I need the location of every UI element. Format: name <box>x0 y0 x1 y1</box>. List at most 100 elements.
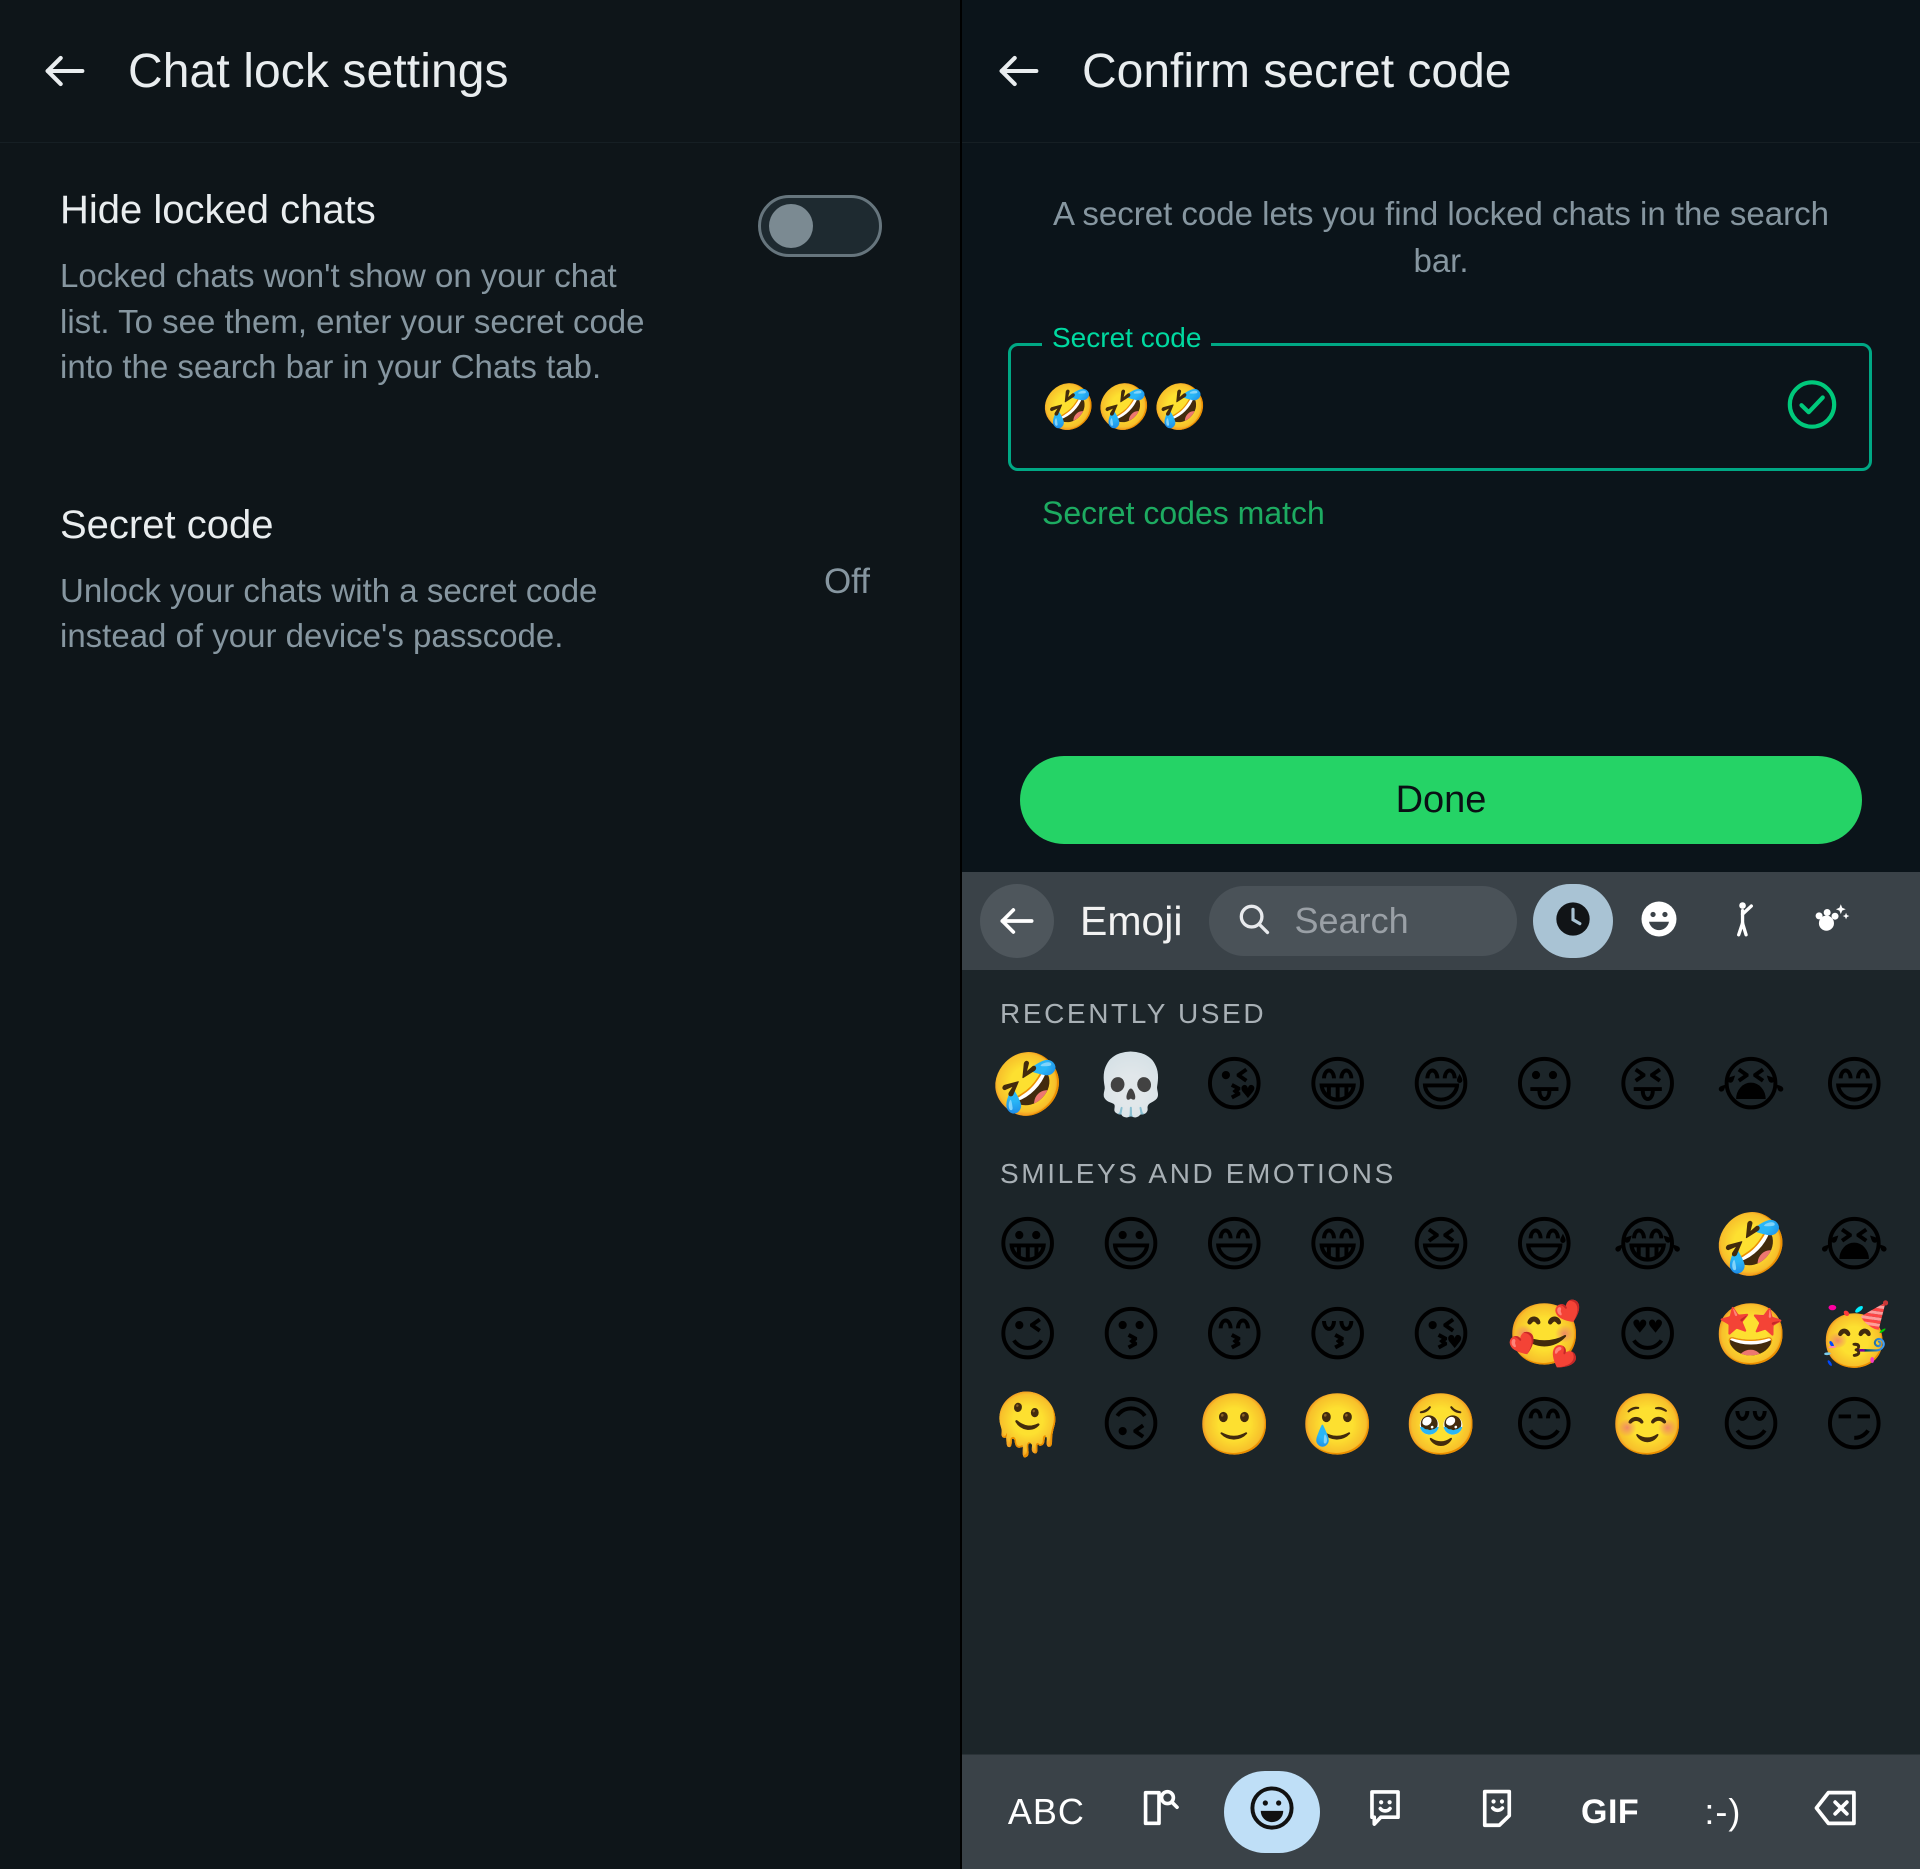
emoji-section-label: SMILEYS AND EMOTIONS <box>1000 1158 1396 1189</box>
emoji-cell[interactable]: 😘 <box>1410 1290 1473 1380</box>
emoji-cell[interactable]: 😭 <box>1716 1040 1786 1130</box>
setting-description: Locked chats won't show on your chat lis… <box>60 257 645 386</box>
emoji-cell[interactable]: 🫠 <box>990 1380 1065 1470</box>
emoji-cell[interactable]: 🥹 <box>1404 1380 1479 1470</box>
toggle-knob <box>769 204 813 248</box>
sticker-key[interactable] <box>1337 1771 1433 1853</box>
emoji-key[interactable] <box>1223 1771 1320 1853</box>
setting-title: Hide locked chats <box>60 188 376 232</box>
emoji-cell[interactable]: 😉 <box>996 1290 1059 1380</box>
speech-bubble-smiley-icon <box>1362 1785 1408 1840</box>
emoji-cell[interactable]: 😍 <box>1616 1290 1679 1380</box>
emoji-cell[interactable]: 🤩 <box>1714 1290 1789 1380</box>
emoji-cell[interactable]: 😀 <box>996 1200 1059 1290</box>
setting-texts: Secret code Unlock your chats with a sec… <box>60 502 660 659</box>
emoji-cell[interactable]: 😁 <box>1306 1040 1369 1130</box>
emoji-cell[interactable]: 🥰 <box>1507 1290 1582 1380</box>
emoji-row: 😀 😃 😄 😁 😆 😅 😂 🤣 😭 <box>976 1200 1906 1290</box>
emoji-cell[interactable]: 😭 <box>1819 1200 1889 1290</box>
emoji-cell[interactable]: 💀 <box>1094 1040 1169 1130</box>
emoji-category-smileys[interactable] <box>1619 884 1699 958</box>
emoji-cell[interactable]: 😌 <box>1720 1380 1783 1470</box>
clipboard-search-icon <box>1136 1785 1182 1840</box>
emoji-cell[interactable]: 🤣 <box>1714 1200 1789 1290</box>
arrow-left-icon[interactable] <box>980 884 1054 958</box>
emoji-keyboard-header: Emoji Search <box>962 872 1920 970</box>
emoji-row: 🤣 💀 😘 😁 😅 😛 😝 😭 😄 <box>976 1040 1906 1130</box>
clipboard-search-key[interactable] <box>1111 1771 1207 1853</box>
setting-description: Unlock your chats with a secret code ins… <box>60 571 598 655</box>
emoji-cell[interactable]: 🤣 <box>990 1040 1065 1130</box>
app-screen: Chat lock settings Hide locked chats Loc… <box>0 0 1920 1869</box>
emoji-cell[interactable]: 😃 <box>1100 1200 1163 1290</box>
person-icon <box>1724 898 1766 945</box>
emoji-cell[interactable]: 😄 <box>1823 1040 1886 1130</box>
secret-code-field-label: Secret code <box>1042 323 1212 352</box>
page-title: Confirm secret code <box>1082 44 1512 98</box>
setting-texts: Hide locked chats Locked chats won't sho… <box>60 187 660 390</box>
secret-code-status: Off <box>823 561 870 601</box>
search-icon <box>1235 900 1273 943</box>
check-circle-icon <box>1784 376 1840 437</box>
backspace-key[interactable] <box>1788 1771 1884 1853</box>
settings-list: Hide locked chats Locked chats won't sho… <box>0 143 960 659</box>
backspace-icon <box>1811 1783 1861 1842</box>
emoji-keyboard: Emoji Search RECENTLY USED 🤣 💀 😘 😁 😅 😛 😝… <box>962 872 1920 1869</box>
hide-locked-chats-toggle[interactable] <box>758 195 882 257</box>
emoji-cell[interactable]: 😙 <box>1203 1290 1266 1380</box>
keyboard-footer-toolbar: ABC GIF:-) <box>962 1754 1920 1869</box>
confirm-description: A secret code lets you find locked chats… <box>1053 195 1829 279</box>
emoji-cell[interactable]: 😊 <box>1513 1380 1576 1470</box>
emoji-cell[interactable]: 😝 <box>1616 1040 1679 1130</box>
confirm-secret-code-panel: Confirm secret code A secret code lets y… <box>962 0 1920 1869</box>
emoji-cell[interactable]: 🙂 <box>1197 1380 1272 1470</box>
secret-code-input[interactable]: 🤣🤣🤣 <box>1008 342 1872 471</box>
secret-code-value: 🤣🤣🤣 <box>1041 381 1209 433</box>
arrow-left-icon[interactable] <box>990 42 1048 100</box>
emoji-cell[interactable]: 😄 <box>1203 1200 1266 1290</box>
done-button[interactable]: Done <box>1020 756 1862 844</box>
emoji-search-placeholder: Search <box>1294 900 1409 941</box>
emoji-cell[interactable]: 😘 <box>1203 1040 1266 1130</box>
card-smiley-icon <box>1474 1785 1520 1840</box>
right-appbar: Confirm secret code <box>962 0 1920 143</box>
emoji-cell[interactable]: 😂 <box>1613 1200 1683 1290</box>
smiley-icon <box>1247 1783 1297 1842</box>
arrow-left-icon[interactable] <box>36 42 94 100</box>
gif-key[interactable]: GIF <box>1562 1771 1658 1853</box>
emoji-cell[interactable]: 😅 <box>1410 1040 1473 1130</box>
secret-code-helper-text: Secret codes match <box>1042 494 1325 531</box>
avatar-sticker-key[interactable] <box>1449 1771 1545 1853</box>
emoji-cell[interactable]: 😆 <box>1410 1200 1473 1290</box>
emoji-row: 😉 😗 😙 😚 😘 🥰 😍 🤩 🥳 <box>976 1290 1906 1380</box>
emoji-category-recent[interactable] <box>1532 884 1613 958</box>
animals-nature-icon <box>1810 898 1852 945</box>
emoji-category-tabs <box>1532 884 1871 958</box>
left-appbar: Chat lock settings <box>0 0 960 143</box>
abc-key[interactable]: ABC <box>998 1771 1094 1853</box>
emoji-search-input[interactable]: Search <box>1208 886 1517 956</box>
emoji-cell[interactable]: 😗 <box>1100 1290 1163 1380</box>
setting-secret-code[interactable]: Secret code Unlock your chats with a sec… <box>60 502 900 659</box>
emoji-grid-scroll[interactable]: RECENTLY USED 🤣 💀 😘 😁 😅 😛 😝 😭 😄 SMILEYS … <box>962 970 1920 1754</box>
emoji-cell[interactable]: 😛 <box>1513 1040 1576 1130</box>
page-title: Chat lock settings <box>128 44 509 98</box>
emoji-cell[interactable]: 😅 <box>1513 1200 1576 1290</box>
recent-clock-icon <box>1553 899 1593 944</box>
smiley-icon <box>1638 898 1680 945</box>
emoji-cell[interactable]: 🙃 <box>1100 1380 1163 1470</box>
emoji-category-animals-nature[interactable] <box>1791 884 1871 958</box>
emoji-cell[interactable]: ☺️ <box>1610 1380 1685 1470</box>
emoticon-key[interactable]: :-) <box>1675 1771 1771 1853</box>
setting-hide-locked-chats[interactable]: Hide locked chats Locked chats won't sho… <box>60 187 900 390</box>
emoji-cell[interactable]: 😏 <box>1823 1380 1886 1470</box>
emoji-cell[interactable]: 🥲 <box>1300 1380 1375 1470</box>
setting-title: Secret code <box>60 502 274 547</box>
emoji-cell[interactable]: 😁 <box>1306 1200 1369 1290</box>
emoji-cell[interactable]: 😚 <box>1306 1290 1369 1380</box>
secret-code-field[interactable]: Secret code 🤣🤣🤣 <box>1008 323 1872 471</box>
emoji-row: 🫠 🙃 🙂 🥲 🥹 😊 ☺️ 😌 😏 <box>976 1380 1906 1470</box>
emoji-category-people[interactable] <box>1705 884 1785 958</box>
emoji-cell[interactable]: 🥳 <box>1817 1290 1892 1380</box>
